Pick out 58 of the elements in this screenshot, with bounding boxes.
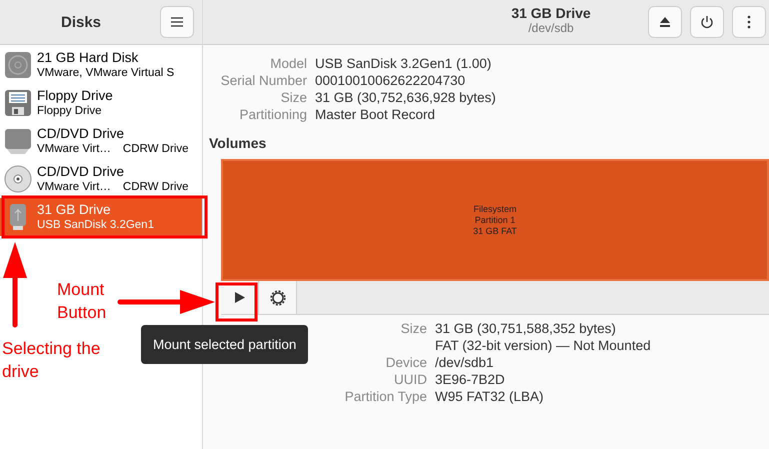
annotation-label: Mount Button [57, 279, 108, 324]
drive-type: CDRW Drive [122, 142, 189, 156]
property-label: Device [384, 354, 427, 371]
menu-icon [171, 17, 183, 27]
property-label: Partitioning [238, 106, 307, 123]
property-value: FAT (32-bit version) — Not Mounted [435, 337, 652, 354]
drive-name: CD/DVD Drive [37, 164, 126, 180]
property-label: Size [400, 320, 427, 337]
property-value: W95 FAT32 (LBA) [435, 388, 545, 405]
property-value: Master Boot Record [315, 106, 436, 123]
drive-model: VMware Virt… [37, 142, 111, 156]
more-icon [747, 15, 751, 29]
play-icon [234, 292, 244, 303]
property-value: 31 GB (30,752,636,928 bytes) [315, 89, 497, 106]
drive-model: VMware Virt… [37, 180, 111, 194]
drive-list-item[interactable]: 21 GB Hard Disk VMware, VMware Virtual S [0, 46, 202, 84]
annotation-label: Selecting the drive [2, 338, 102, 383]
drive-list-item[interactable]: CD/DVD Drive VMware Virt… CDRW Drive [0, 160, 202, 198]
drive-model: USB SanDisk 3.2Gen1 [37, 218, 154, 232]
property-label: UUID [393, 371, 427, 388]
drive-list-item[interactable]: 31 GB Drive USB SanDisk 3.2Gen1 [0, 198, 202, 236]
drive-list-item[interactable]: CD/DVD Drive VMware Virt… CDRW Drive [0, 122, 202, 160]
drive-name: 31 GB Drive [37, 202, 112, 218]
partition-text: 31 GB FAT [473, 226, 517, 236]
optical-drive-icon [4, 127, 32, 155]
settings-button[interactable] [259, 281, 297, 314]
partition-text: Filesystem [473, 204, 516, 214]
property-value: 00010010062622204730 [315, 72, 466, 89]
property-value: /dev/sdb1 [435, 354, 495, 371]
sidebar-title: Disks [61, 14, 102, 30]
power-button[interactable] [690, 6, 724, 38]
drive-type: CDRW Drive [122, 180, 189, 194]
partition-text: Partition 1 [474, 214, 516, 226]
eject-icon [659, 16, 671, 28]
highlight-box [216, 282, 258, 322]
drive-name: Floppy Drive [37, 88, 113, 104]
property-value: 3E96-7B2D [435, 371, 506, 388]
drive-model: Floppy Drive [37, 104, 102, 118]
volumes-heading: Volumes [209, 135, 268, 151]
eject-button[interactable] [648, 6, 682, 38]
property-label: Partition Type [344, 388, 427, 405]
disc-icon [4, 165, 32, 193]
property-value: 31 GB (30,751,588,352 bytes) [435, 320, 617, 337]
menu-button[interactable] [160, 6, 194, 38]
property-value: USB SanDisk 3.2Gen1 (1.00) [315, 55, 492, 72]
drive-title: 31 GB Drive [511, 5, 591, 21]
drive-list-item[interactable]: Floppy Drive Floppy Drive [0, 84, 202, 122]
drive-name: CD/DVD Drive [37, 126, 126, 142]
drive-name: 21 GB Hard Disk [37, 50, 140, 66]
power-icon [700, 15, 714, 29]
property-label: Serial Number [220, 72, 307, 89]
settings-icon [270, 290, 286, 306]
property-label: Model [269, 55, 307, 72]
property-label: Size [280, 89, 307, 106]
drive-model: VMware, VMware Virtual S [37, 66, 174, 80]
tooltip: Mount selected partition [141, 325, 308, 364]
partition-block[interactable]: Filesystem Partition 1 31 GB FAT [221, 159, 769, 281]
device-path: /dev/sdb [528, 21, 574, 35]
